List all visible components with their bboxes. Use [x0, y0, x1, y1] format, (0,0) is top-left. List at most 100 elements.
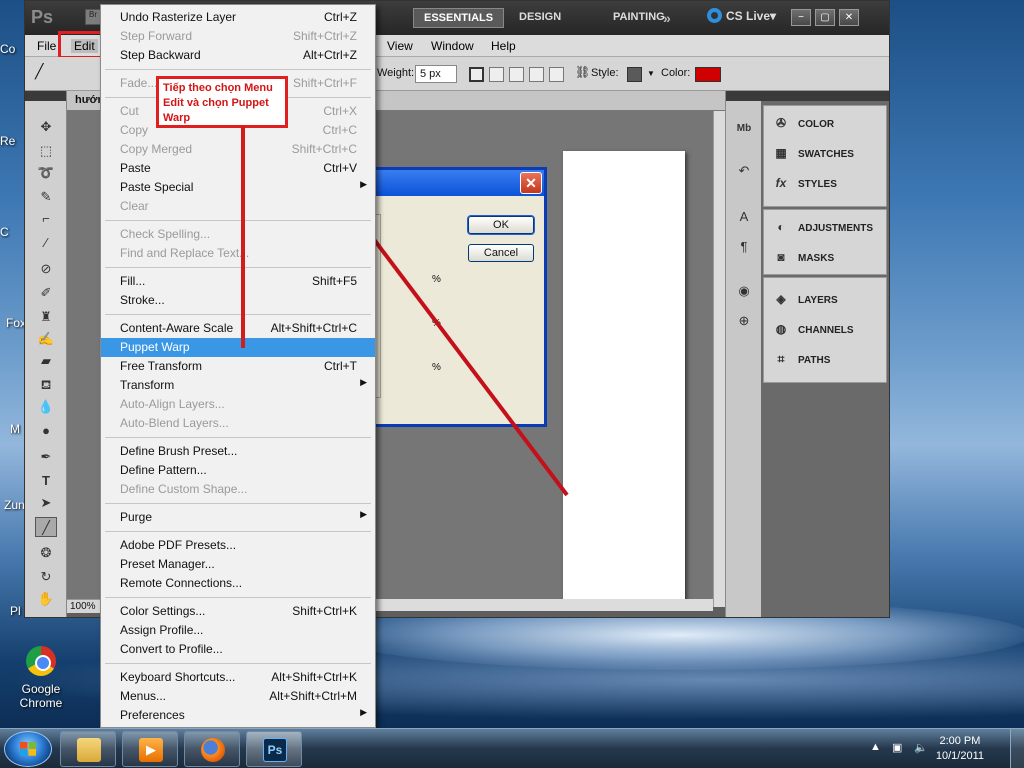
- history-icon[interactable]: ↶: [733, 161, 755, 181]
- menu-item-menus[interactable]: Menus... Alt+Shift+Ctrl+M: [101, 687, 375, 706]
- tools-panel-header[interactable]: [25, 91, 66, 101]
- dodge-tool-icon[interactable]: ●: [35, 421, 57, 441]
- 3d-icon[interactable]: ◉: [733, 281, 755, 301]
- clone-stamp-tool-icon[interactable]: ♜: [35, 307, 57, 327]
- show-desktop-button[interactable]: [1010, 729, 1024, 768]
- menu-item-paste[interactable]: Paste Ctrl+V: [101, 159, 375, 178]
- menu-item-preset-manager[interactable]: Preset Manager...: [101, 555, 375, 574]
- panel-swatches[interactable]: ▦ SWATCHES: [772, 146, 854, 160]
- line-tool-icon[interactable]: ╱: [35, 517, 57, 537]
- workspace-essentials[interactable]: ESSENTIALS: [413, 8, 505, 28]
- menu-item-convert-to-profile[interactable]: Convert to Profile...: [101, 640, 375, 659]
- intersect-shape-icon[interactable]: [529, 67, 544, 82]
- minimize-button[interactable]: −: [791, 9, 811, 26]
- subtract-shape-icon[interactable]: [509, 67, 524, 82]
- network-icon[interactable]: ▣: [892, 741, 902, 754]
- menu-item-fill[interactable]: Fill... Shift+F5: [101, 272, 375, 291]
- more-workspaces-icon[interactable]: »: [653, 10, 681, 30]
- mini-bridge-icon[interactable]: Mb: [733, 119, 755, 139]
- eyedropper-tool-icon[interactable]: ⁄: [35, 233, 57, 253]
- taskbar-firefox[interactable]: [184, 731, 240, 767]
- maximize-button[interactable]: ▢: [815, 9, 835, 26]
- panel-layers[interactable]: ◈ LAYERS: [772, 292, 837, 306]
- panels-dock-header[interactable]: [761, 91, 889, 101]
- menu-view[interactable]: View: [387, 39, 413, 53]
- style-swatch[interactable]: [627, 67, 642, 82]
- menu-help[interactable]: Help: [491, 39, 516, 53]
- desktop-label[interactable]: Co: [0, 42, 24, 56]
- cs-live-menu[interactable]: CS Live▾: [707, 8, 776, 23]
- menu-item-step-backward[interactable]: Step Backward Alt+Ctrl+Z: [101, 46, 375, 65]
- menu-item-transform[interactable]: Transform ▶: [101, 376, 375, 395]
- desktop-icon-google-chrome[interactable]: Google Chrome: [10, 646, 72, 710]
- move-tool-icon[interactable]: ✥: [35, 117, 57, 137]
- link-icon[interactable]: ⛓: [575, 65, 590, 79]
- quick-selection-tool-icon[interactable]: ✎: [35, 187, 57, 207]
- menu-item-puppet-warp[interactable]: Puppet Warp: [101, 338, 375, 357]
- lasso-tool-icon[interactable]: ➰: [35, 163, 57, 183]
- 3d-orbit-tool-icon[interactable]: ↻: [35, 567, 57, 587]
- panel-dock-header[interactable]: [726, 91, 761, 101]
- bridge-button[interactable]: Br: [85, 9, 101, 25]
- blur-tool-icon[interactable]: 💧: [35, 397, 57, 417]
- weight-input[interactable]: 5 px: [415, 65, 457, 83]
- menu-window[interactable]: Window: [431, 39, 474, 53]
- panel-adjustments[interactable]: ◐ ADJUSTMENTS: [772, 220, 873, 234]
- menu-item-preferences[interactable]: Preferences ▶: [101, 706, 375, 725]
- color-swatch[interactable]: [695, 67, 721, 82]
- menu-item-define-pattern[interactable]: Define Pattern...: [101, 461, 375, 480]
- menu-item-undo-rasterize-layer[interactable]: Undo Rasterize Layer Ctrl+Z: [101, 8, 375, 27]
- clock[interactable]: 2:00 PM 10/1/2011: [936, 735, 984, 762]
- type-tool-icon[interactable]: T: [35, 471, 57, 491]
- taskbar-explorer[interactable]: [60, 731, 116, 767]
- menu-item-remote-connections[interactable]: Remote Connections...: [101, 574, 375, 593]
- desktop-label[interactable]: C: [0, 225, 24, 239]
- panel-channels[interactable]: ◍ CHANNELS: [772, 322, 854, 336]
- menu-item-keyboard-shortcuts[interactable]: Keyboard Shortcuts... Alt+Shift+Ctrl+K: [101, 668, 375, 687]
- workspace-design[interactable]: DESIGN: [509, 8, 571, 28]
- new-layer-mode-icon[interactable]: [469, 67, 484, 82]
- brush-tool-icon[interactable]: ✐: [35, 283, 57, 303]
- crop-tool-icon[interactable]: ⌐: [35, 209, 57, 229]
- menu-item-color-settings[interactable]: Color Settings... Shift+Ctrl+K: [101, 602, 375, 621]
- menu-item-paste-special[interactable]: Paste Special ▶: [101, 178, 375, 197]
- panel-color[interactable]: ✇ COLOR: [772, 116, 834, 130]
- style-dropdown-icon[interactable]: ▼: [647, 69, 655, 78]
- menu-item-stroke[interactable]: Stroke...: [101, 291, 375, 310]
- menu-item-content-aware-scale[interactable]: Content-Aware Scale Alt+Shift+Ctrl+C: [101, 319, 375, 338]
- character-icon[interactable]: A: [733, 207, 755, 227]
- panel-masks[interactable]: ◙ MASKS: [772, 250, 834, 264]
- taskbar-media-player[interactable]: ▶: [122, 731, 178, 767]
- hand-tool-icon[interactable]: ✋: [35, 589, 57, 609]
- add-to-shape-icon[interactable]: [489, 67, 504, 82]
- 3d-light-icon[interactable]: ⊕: [733, 311, 755, 331]
- paint-bucket-tool-icon[interactable]: ⛾: [35, 375, 57, 395]
- path-selection-tool-icon[interactable]: ➤: [35, 493, 57, 513]
- healing-brush-tool-icon[interactable]: ⊘: [35, 259, 57, 279]
- menu-item-purge[interactable]: Purge ▶: [101, 508, 375, 527]
- eraser-tool-icon[interactable]: ▰: [35, 351, 57, 371]
- panel-paths[interactable]: ⌗ PATHS: [772, 352, 831, 367]
- volume-icon[interactable]: 🔈: [914, 741, 928, 754]
- menu-item-assign-profile[interactable]: Assign Profile...: [101, 621, 375, 640]
- 3d-rotate-tool-icon[interactable]: ❂: [35, 543, 57, 563]
- panel-label: COLOR: [798, 119, 835, 130]
- pen-tool-icon[interactable]: ✒: [35, 447, 57, 467]
- panel-styles[interactable]: fx STYLES: [772, 176, 837, 190]
- taskbar-photoshop[interactable]: Ps: [246, 731, 302, 767]
- desktop-label[interactable]: Re: [0, 134, 24, 148]
- menu-item-free-transform[interactable]: Free Transform Ctrl+T: [101, 357, 375, 376]
- menu-file[interactable]: File: [37, 39, 56, 53]
- menu-item-adobe-pdf-presets[interactable]: Adobe PDF Presets...: [101, 536, 375, 555]
- vertical-scrollbar[interactable]: [713, 111, 725, 607]
- tray-expand-icon[interactable]: ▲: [870, 741, 881, 753]
- exclude-shape-icon[interactable]: [549, 67, 564, 82]
- menu-item-label: Undo Rasterize Layer: [120, 10, 237, 24]
- marquee-tool-icon[interactable]: ⬚: [35, 141, 57, 161]
- line-tool-icon[interactable]: ╱: [35, 63, 50, 79]
- paragraph-icon[interactable]: ¶: [733, 237, 755, 257]
- menu-item-define-brush-preset[interactable]: Define Brush Preset...: [101, 442, 375, 461]
- close-button[interactable]: ✕: [839, 9, 859, 26]
- start-button[interactable]: [4, 731, 52, 767]
- history-brush-tool-icon[interactable]: ✍: [35, 329, 57, 349]
